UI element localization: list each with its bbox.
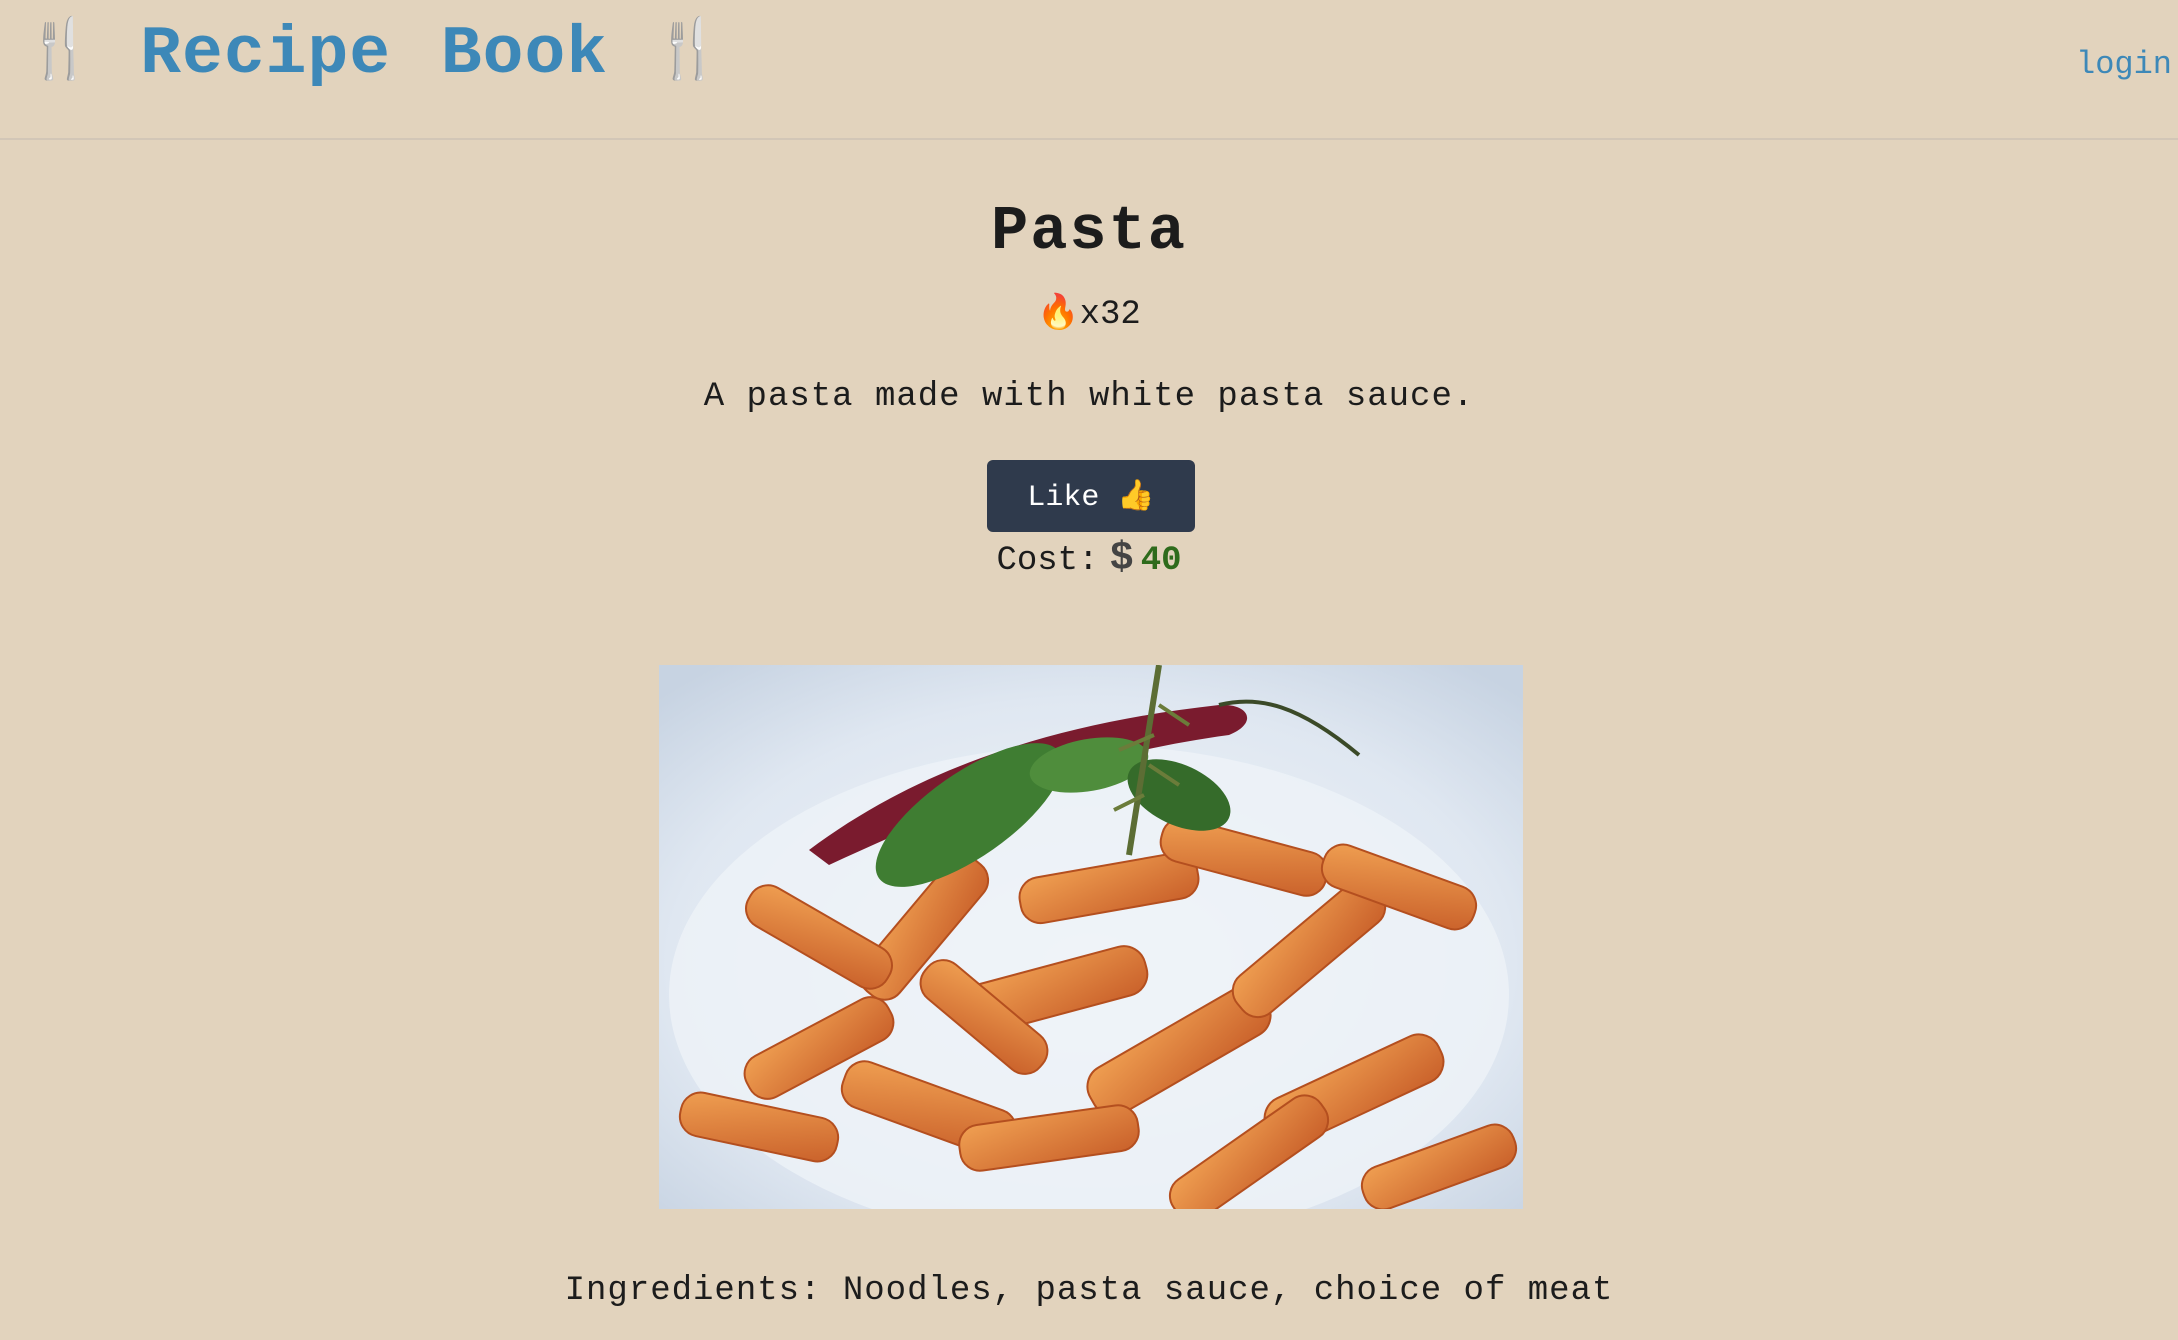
recipe-description: A pasta made with white pasta sauce. <box>703 378 1475 416</box>
cost-label: Cost: <box>996 542 1099 580</box>
fork-knife-icon: 🍴 <box>652 21 725 86</box>
brand-title[interactable]: Recipe Book <box>140 16 608 93</box>
like-count-text: x32 <box>1079 296 1141 334</box>
recipe-ingredients: Ingredients: Noodles, pasta sauce, choic… <box>564 1272 1614 1310</box>
fork-knife-icon: 🍴 <box>24 21 97 86</box>
brand[interactable]: 🍴 Recipe Book 🍴 <box>24 14 724 94</box>
fire-icon: 🔥 <box>1037 296 1080 334</box>
cost-value: 40 <box>1140 542 1182 580</box>
dollar-icon: $ <box>1110 534 1133 578</box>
recipe-title: Pasta <box>990 196 1188 267</box>
site-header: 🍴 Recipe Book 🍴 login <box>0 0 2178 140</box>
like-button[interactable]: Like 👍 <box>987 460 1195 532</box>
recipe-cost: Cost: $40 <box>0 534 2178 580</box>
login-link[interactable]: login <box>2076 46 2172 83</box>
recipe-image <box>659 665 1523 1209</box>
like-count: 🔥x32 <box>0 292 2178 334</box>
